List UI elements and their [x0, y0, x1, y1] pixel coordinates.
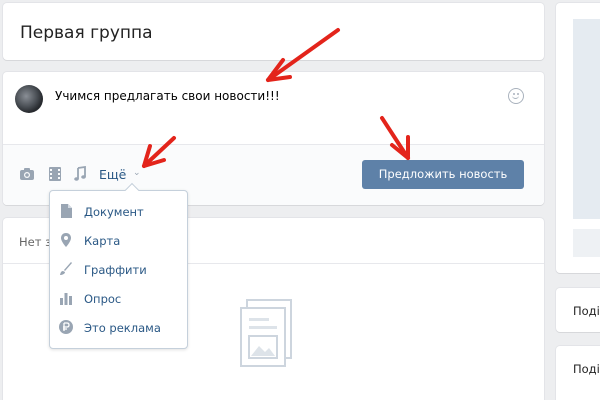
annotation-arrows	[142, 28, 410, 168]
annotation-arrow	[266, 28, 340, 82]
annotation-arrow	[142, 136, 176, 168]
annotation-arrow	[380, 116, 410, 160]
